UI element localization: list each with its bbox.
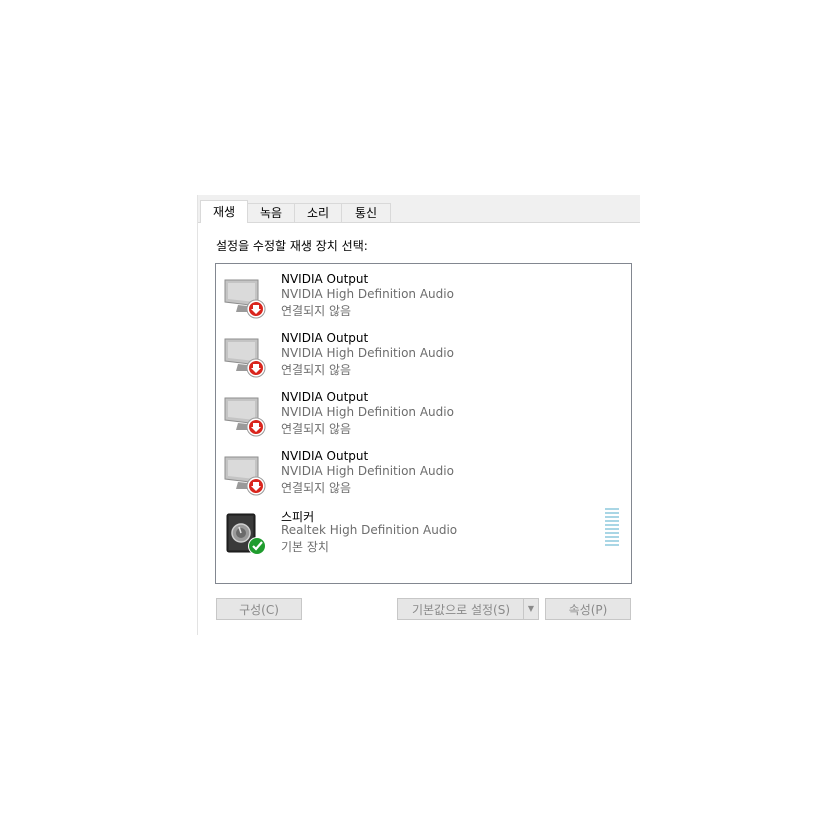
device-item[interactable]: NVIDIA Output NVIDIA High Definition Aud… (216, 323, 631, 382)
device-item[interactable]: NVIDIA Output NVIDIA High Definition Aud… (216, 441, 631, 500)
device-name: NVIDIA Output (281, 449, 369, 463)
device-driver: NVIDIA High Definition Audio (281, 346, 454, 360)
tab-recording[interactable]: 녹음 (247, 203, 295, 222)
chevron-down-icon[interactable]: ▼ (523, 599, 538, 619)
device-status: 연결되지 않음 (281, 422, 352, 436)
sound-dialog: 재생 녹음 소리 통신 설정을 수정할 재생 장치 선택: NVIDIA Out… (197, 195, 640, 635)
device-name: NVIDIA Output (281, 272, 369, 286)
device-driver: NVIDIA High Definition Audio (281, 287, 454, 301)
device-status: 연결되지 않음 (281, 304, 352, 318)
device-status: 연결되지 않음 (281, 363, 352, 377)
volume-level-meter (605, 508, 619, 548)
set-default-button[interactable]: 기본값으로 설정(S) ▼ (397, 598, 539, 620)
monitor-disconnected-icon (224, 397, 266, 437)
monitor-disconnected-icon (224, 338, 266, 378)
configure-button[interactable]: 구성(C) (216, 598, 302, 620)
device-item[interactable]: NVIDIA Output NVIDIA High Definition Aud… (216, 382, 631, 441)
device-status: 기본 장치 (281, 540, 329, 554)
device-status: 연결되지 않음 (281, 481, 352, 495)
speaker-default-icon (226, 513, 266, 555)
device-item[interactable]: NVIDIA Output NVIDIA High Definition Aud… (216, 264, 631, 323)
monitor-disconnected-icon (224, 456, 266, 496)
device-name: NVIDIA Output (281, 331, 369, 345)
instruction-text: 설정을 수정할 재생 장치 선택: (216, 239, 368, 253)
tab-playback[interactable]: 재생 (200, 200, 248, 223)
device-name: NVIDIA Output (281, 390, 369, 404)
set-default-label: 기본값으로 설정(S) (411, 603, 511, 617)
device-driver: NVIDIA High Definition Audio (281, 464, 454, 478)
device-item[interactable]: 스피커 Realtek High Definition Audio 기본 장치 (216, 500, 631, 559)
tab-communications[interactable]: 통신 (341, 203, 391, 222)
device-driver: NVIDIA High Definition Audio (281, 405, 454, 419)
tab-strip: 재생 녹음 소리 통신 (198, 195, 640, 223)
properties-button[interactable]: 속성(P) (545, 598, 631, 620)
tab-sounds[interactable]: 소리 (294, 203, 342, 222)
monitor-disconnected-icon (224, 279, 266, 319)
playback-device-list[interactable]: NVIDIA Output NVIDIA High Definition Aud… (215, 263, 632, 584)
device-driver: Realtek High Definition Audio (281, 523, 458, 537)
